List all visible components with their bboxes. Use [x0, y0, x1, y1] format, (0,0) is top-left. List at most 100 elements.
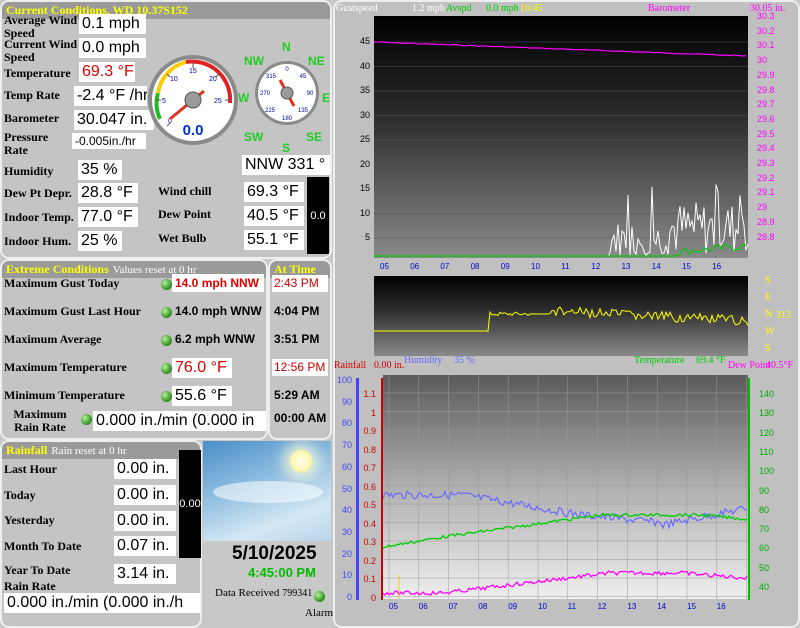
wind-baro-plot [374, 41, 748, 258]
rain-yesterday-value: 0.00 in. [114, 511, 176, 531]
extreme-row-value: 14.0 mph WNW [175, 304, 262, 318]
avg-speed-label: Avspd [446, 3, 472, 14]
wind-x-tick: 09 [500, 262, 510, 271]
rain-y-tick: 0.6 [363, 481, 376, 492]
pressure-rate-label: Pressure Rate [4, 130, 49, 157]
avg-wind-value: 0.1 mph [79, 14, 146, 34]
wind-y-tick: 20 [359, 158, 370, 169]
extreme-row-value: 0.000 in./min (0.000 in [93, 411, 266, 431]
direction-tick: N [765, 309, 773, 320]
temp-x-tick: 07 [448, 602, 458, 611]
dew-depression-label: Dew Pt Depr. [4, 186, 72, 200]
rainfall-graph-label: Rainfall [334, 360, 367, 371]
wind-x-tick: 10 [531, 262, 540, 271]
temp-y-tick: 50 [759, 562, 770, 573]
baro-y-tick: 30.2 [757, 25, 775, 36]
data-received-text: Data Received [215, 587, 280, 599]
rain-y-tick: 0.7 [363, 463, 376, 473]
direction-tick: E [765, 292, 772, 303]
wetbulb-label: Wet Bulb [158, 231, 207, 245]
direction-tick: S [765, 343, 771, 354]
compass-w: W [238, 91, 250, 105]
temp-x-tick: 14 [657, 602, 667, 611]
temp-y-tick: 100 [759, 466, 775, 477]
rainfall-subtitle: Rain reset at 0 hr [51, 445, 127, 457]
humidity-y-tick: 100 [336, 375, 352, 385]
temp-graph-header: Rainfall 0.00 in. Humidity 35 % Temperat… [334, 355, 800, 372]
temperature-graph-value: 69.4 °F [696, 355, 726, 366]
wind-y-tick: 10 [359, 207, 370, 218]
extreme-led-icon [161, 391, 172, 402]
data-received-label: Data Received 799341 [215, 587, 312, 599]
gust-label: Gustspeed [336, 3, 378, 14]
weather-sky-image [203, 441, 331, 541]
gauge-tick-25: 25 [214, 98, 222, 105]
baro-y-tick: 29.7 [757, 99, 775, 110]
rain-y-tick: 0.3 [363, 537, 376, 547]
extreme-row-value: 76.0 °F [172, 358, 232, 378]
rain-today-value: 0.00 in. [114, 485, 176, 505]
compass-tick-180: 180 [282, 116, 293, 122]
compass-n: N [282, 40, 291, 54]
extreme-led-icon [161, 335, 172, 346]
direction-tick: S [765, 275, 771, 286]
temp-x-tick: 16 [716, 602, 726, 611]
barometer-label: Barometer [4, 111, 60, 125]
rain-y-tick: 0.2 [363, 555, 376, 566]
rain-year-label: Year To Date [4, 563, 71, 577]
temp-x-tick: 11 [567, 602, 577, 611]
humidity-y-tick: 10 [341, 570, 352, 581]
temp-y-tick: 40 [759, 582, 770, 592]
extreme-row-time: 3:51 PM [274, 332, 320, 346]
temp-y-tick: 130 [759, 408, 775, 419]
dewpoint-line [383, 570, 748, 596]
baro-y-tick: 30.3 [757, 11, 775, 21]
avg-speed-value: 0.0 mph [486, 3, 519, 14]
humidity-y-tick: 90 [341, 396, 352, 407]
indoor-humidity-value: 25 % [78, 231, 122, 251]
wind-y-tick: 40 [359, 60, 370, 71]
wind-x-tick: 12 [591, 262, 601, 271]
rain-y-tick: 0.1 [363, 574, 376, 584]
humidity-y-tick: 50 [341, 483, 352, 494]
gauge-tick-10: 10 [170, 76, 178, 83]
windchill-value: 69.3 °F [244, 182, 304, 202]
wind-y-tick: 45 [359, 36, 370, 46]
cloud-icon [213, 481, 323, 503]
rainfall-title: Rainfall Rain reset at 0 hr [2, 442, 200, 459]
temp-x-tick: 05 [389, 602, 398, 611]
compass-tick-315: 315 [266, 74, 277, 80]
rain-today-label: Today [4, 488, 36, 502]
baro-y-tick: 30.1 [757, 40, 775, 51]
temp-x-tick: 12 [597, 602, 607, 611]
wind-x-tick: 08 [470, 262, 480, 271]
temp-graph-axis-line [748, 378, 750, 600]
temp-y-tick: 60 [759, 543, 770, 554]
wind-y-tick: 30 [359, 109, 370, 120]
wind-y-tick: 5 [364, 232, 370, 242]
extreme-row-label: Maximum Temperature [4, 360, 127, 374]
extreme-row-time: 12:56 PM [272, 359, 328, 376]
wind-x-tick: 05 [380, 262, 389, 271]
compass-tick-135: 135 [298, 108, 309, 114]
direction-value: 313 [776, 310, 791, 321]
cur-wind-label: Current Wind Speed [4, 37, 78, 64]
wind-direction-value: NNW 331 ° [242, 155, 330, 175]
temp-rate-value: -2.4 °F /hr [74, 86, 147, 106]
wind-speed-gauge: 0 5 10 15 20 25 0.0 [148, 55, 238, 145]
dewpoint-label: Dew Point [158, 207, 211, 221]
baro-y-tick: 29.2 [757, 172, 775, 183]
extreme-row-time: 00:00 AM [274, 411, 327, 425]
gauge-tick-15: 15 [189, 68, 197, 75]
gust-speed-line [374, 184, 748, 258]
gust-value: 1.2 mph [412, 3, 445, 14]
humidity-graph-value: 35 % [454, 355, 475, 366]
extreme-row-label: Maximum Average [4, 332, 102, 346]
wind-x-tick: 15 [682, 262, 691, 271]
alarm-led-icon [314, 591, 325, 602]
extreme-led-icon [81, 414, 92, 425]
wind-y-tick: 15 [359, 183, 370, 193]
rain-last-hour-value: 0.00 in. [114, 459, 176, 479]
baro-y-tick: 28.9 [757, 216, 775, 227]
barometer-value: 30.047 in. [74, 110, 154, 130]
